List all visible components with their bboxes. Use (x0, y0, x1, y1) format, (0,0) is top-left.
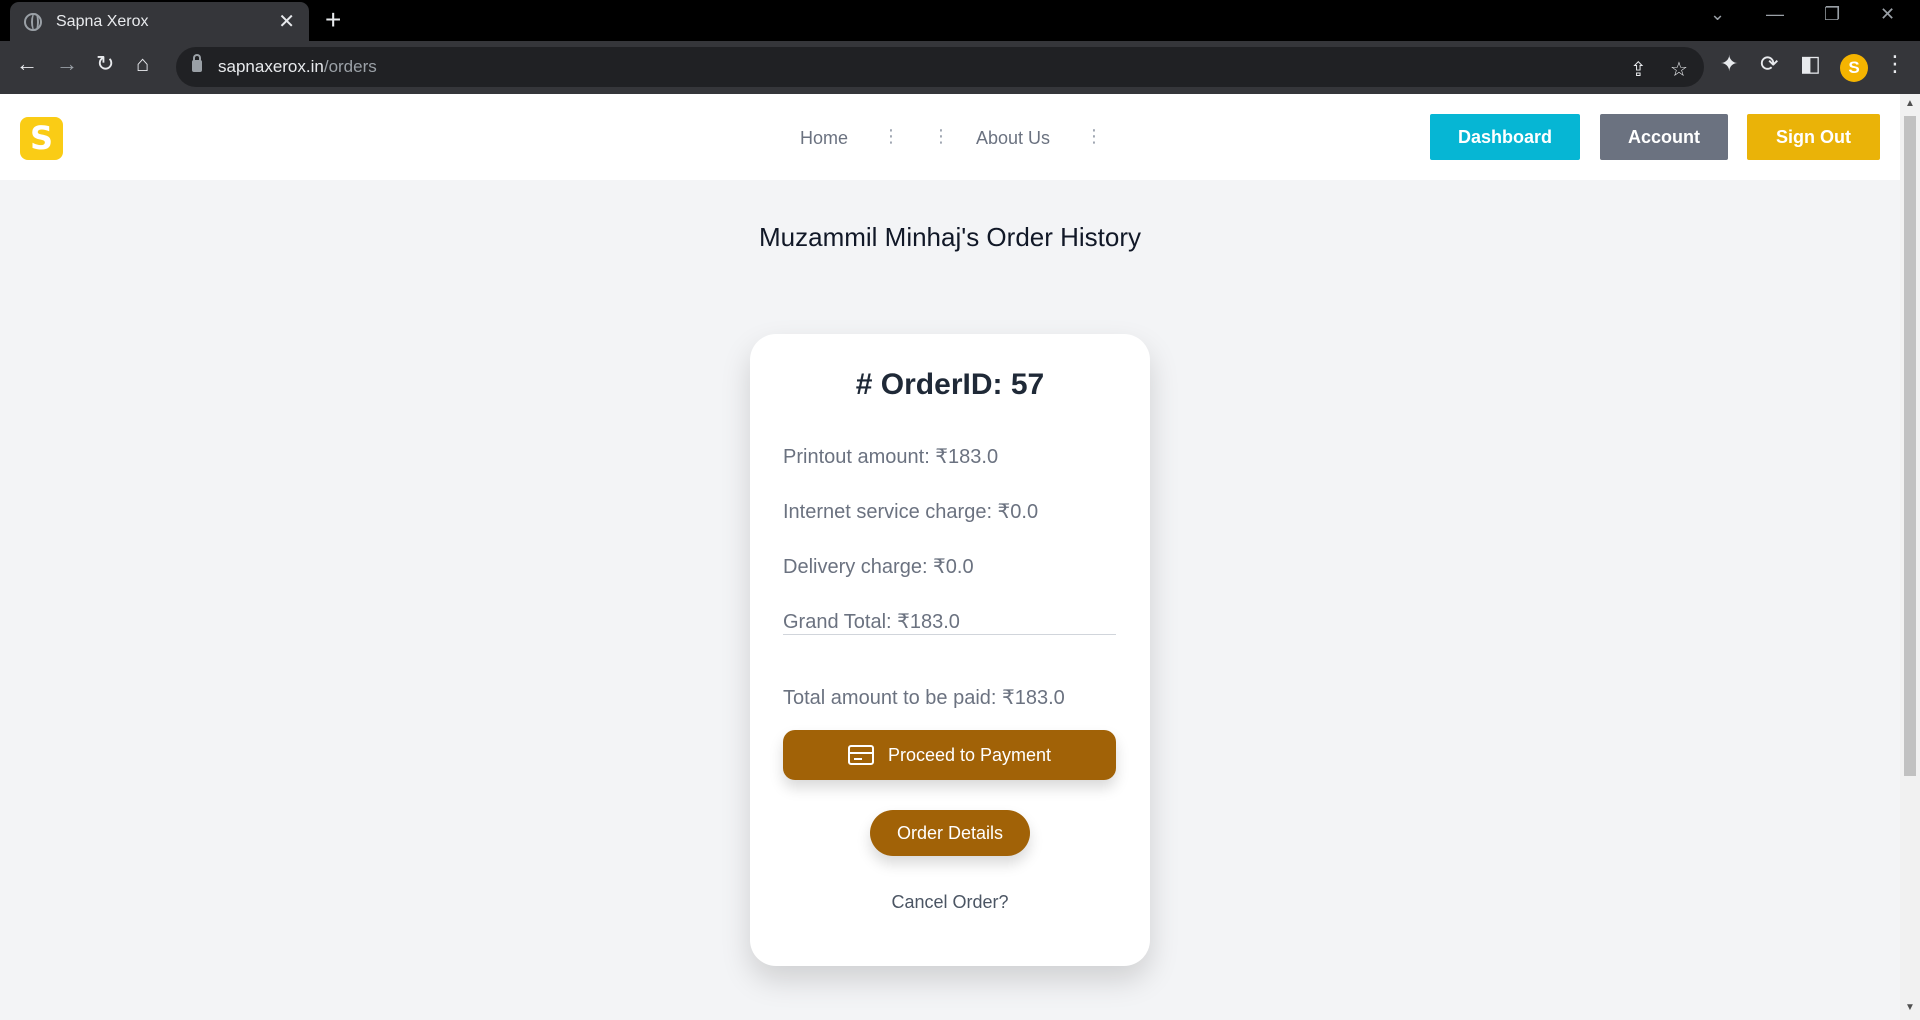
nav-link-home[interactable]: Home (800, 128, 848, 149)
profile-avatar[interactable]: S (1840, 54, 1868, 82)
page-viewport: S Home ⋮ ⋮ About Us ⋮ Dashboard Account … (0, 94, 1900, 1020)
page-scrollbar[interactable]: ▲ ▼ (1900, 94, 1920, 1020)
globe-icon (24, 12, 42, 31)
minimize-icon[interactable]: — (1766, 4, 1784, 25)
internet-service-charge: Internet service charge: ₹0.0 (783, 501, 1039, 523)
scroll-up-icon[interactable]: ▲ (1905, 98, 1915, 109)
home-icon[interactable]: ⌂ (136, 53, 149, 75)
browser-tab-bar: Sapna Xerox ✕ + ⌄ — ❐ ✕ (0, 0, 1920, 41)
nav-dots-icon: ⋮ (882, 126, 900, 146)
proceed-to-payment-label: Proceed to Payment (887, 744, 1052, 765)
credit-card-icon (847, 745, 874, 765)
restore-icon[interactable]: ❐ (1824, 4, 1840, 25)
delivery-charge: Delivery charge: ₹0.0 (783, 556, 974, 578)
browser-toolbar: ← → ↻ ⌂ sapnaxerox.in/orders ⇪ ☆ ✦ ⟳ ◧ S… (0, 41, 1920, 94)
divider (783, 634, 1116, 635)
nav-link-about[interactable]: About Us (976, 128, 1050, 149)
amount-to-be-paid: Total amount to be paid: ₹183.0 (783, 687, 1065, 709)
back-arrow-icon[interactable]: ← (16, 53, 38, 75)
account-button[interactable]: Account (1600, 114, 1728, 160)
order-id-heading: # OrderID: 57 (855, 368, 1045, 401)
menu-icon[interactable]: ⋮ (1884, 53, 1906, 75)
reload-icon[interactable]: ↻ (96, 53, 114, 75)
forward-arrow-icon[interactable]: → (56, 53, 78, 75)
site-navbar: S Home ⋮ ⋮ About Us ⋮ Dashboard Account … (0, 94, 1900, 180)
cancel-order-link[interactable]: Cancel Order? (750, 892, 1150, 913)
page-title: Muzammil Minhaj's Order History (758, 222, 1142, 252)
share-icon[interactable]: ⇪ (1630, 57, 1647, 82)
address-bar[interactable]: sapnaxerox.in/orders ⇪ ☆ (176, 47, 1704, 87)
star-icon[interactable]: ☆ (1670, 57, 1688, 82)
scrollbar-thumb[interactable] (1904, 116, 1916, 776)
grand-total: Grand Total: ₹183.0 (783, 611, 960, 633)
extension-app-icon[interactable]: ⟳ (1760, 53, 1778, 75)
sidebar-icon[interactable]: ◧ (1800, 53, 1821, 75)
printout-amount: Printout amount: ₹183.0 (783, 446, 999, 468)
proceed-to-payment-button[interactable]: Proceed to Payment (783, 730, 1116, 780)
tab-close-icon[interactable]: ✕ (278, 12, 295, 32)
url-text: sapnaxerox.in/orders (218, 57, 377, 76)
order-card: # OrderID: 57 Printout amount: ₹183.0 In… (750, 334, 1150, 966)
extensions-icon[interactable]: ✦ (1720, 53, 1738, 75)
tab-search-icon[interactable]: ⌄ (1710, 4, 1725, 25)
new-tab-icon[interactable]: + (325, 6, 341, 34)
order-details-button[interactable]: Order Details (870, 810, 1030, 856)
scroll-down-icon[interactable]: ▼ (1905, 1002, 1915, 1013)
site-logo[interactable]: S (20, 117, 63, 160)
close-window-icon[interactable]: ✕ (1880, 4, 1895, 25)
nav-dots-icon: ⋮ (1085, 126, 1103, 146)
tab-title: Sapna Xerox (56, 12, 149, 30)
lock-icon[interactable] (192, 54, 202, 72)
browser-tab[interactable]: Sapna Xerox ✕ (10, 2, 309, 41)
sign-out-button[interactable]: Sign Out (1747, 114, 1880, 160)
nav-dots-icon: ⋮ (932, 126, 950, 146)
dashboard-button[interactable]: Dashboard (1430, 114, 1580, 160)
